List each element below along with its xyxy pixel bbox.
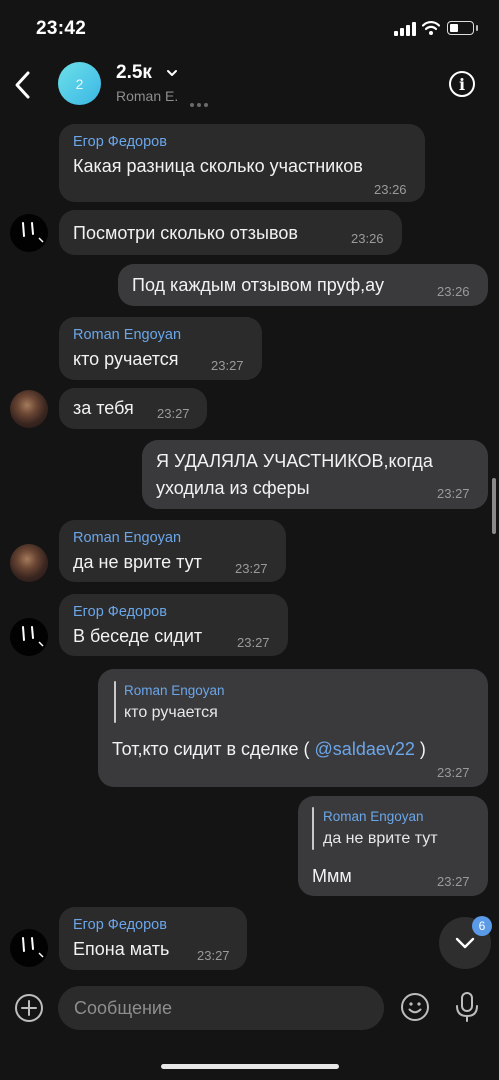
message-time: 23:27	[197, 948, 230, 963]
user-avatar[interactable]	[10, 390, 48, 428]
chat-avatar[interactable]: 2	[58, 62, 101, 105]
chat-title[interactable]: 2.5к	[116, 62, 152, 84]
status-time: 23:42	[36, 18, 87, 39]
message-time: 23:27	[237, 635, 270, 650]
message-text-line-1: Я УДАЛЯЛА УЧАСТНИКОВ,когда	[156, 451, 433, 471]
message-bubble[interactable]: за тебя 23:27	[59, 388, 207, 429]
message-sender[interactable]: Егор Федоров	[73, 134, 167, 150]
message-text-body: Тот,кто сидит в сделке (	[112, 739, 310, 759]
message-time: 23:27	[437, 486, 470, 501]
info-icon[interactable]: i	[449, 71, 475, 97]
chevron-down-icon	[455, 937, 475, 949]
message-time: 23:26	[351, 231, 384, 246]
message-text: за тебя	[73, 398, 134, 418]
scrollbar[interactable]	[492, 478, 496, 534]
message-bubble[interactable]: Roman Engoyan да не врите тут 23:27	[59, 520, 286, 582]
battery-icon	[447, 21, 474, 35]
message-sender[interactable]: Егор Федоров	[73, 604, 167, 620]
message-text: Ммм	[312, 866, 352, 886]
message-text: Под каждым отзывом пруф,ау	[132, 275, 384, 295]
message-time: 23:26	[437, 284, 470, 299]
message-text: Тот,кто сидит в сделке ( @saldaev22 )	[112, 739, 426, 760]
reply-quote-text: да не врите тут	[323, 830, 438, 847]
back-icon[interactable]	[10, 68, 36, 102]
message-bubble[interactable]: Посмотри сколько отзывов 23:26	[59, 210, 402, 255]
message-time: 23:27	[211, 358, 244, 373]
message-input[interactable]: Сообщение	[58, 986, 384, 1030]
message-sender[interactable]: Roman Engoyan	[73, 530, 181, 546]
message-time: 23:27	[437, 765, 470, 780]
add-icon[interactable]	[14, 993, 44, 1023]
battery-cap	[476, 25, 478, 31]
message-time: 23:27	[437, 874, 470, 889]
emoji-icon[interactable]	[400, 992, 430, 1022]
user-avatar[interactable]	[10, 544, 48, 582]
message-bubble[interactable]: Roman Engoyan кто ручается Тот,кто сидит…	[98, 669, 488, 787]
message-sender[interactable]: Егор Федоров	[73, 917, 167, 933]
typing-indicator	[190, 94, 211, 112]
wifi-icon	[422, 21, 440, 35]
message-time: 23:27	[235, 561, 268, 576]
user-avatar[interactable]	[10, 618, 48, 656]
unread-badge: 6	[472, 916, 492, 936]
reply-quote-bar	[114, 681, 116, 723]
chevron-down-icon[interactable]	[165, 66, 179, 80]
message-text: да не врите тут	[73, 552, 202, 572]
signal-icon	[394, 22, 416, 36]
message-time: 23:27	[157, 406, 190, 421]
message-text-line-2: уходила из сферы	[156, 478, 310, 498]
message-bubble[interactable]: Roman Engoyan кто ручается 23:27	[59, 317, 262, 380]
message-text: Какая разница сколько участников	[73, 156, 363, 176]
message-sender[interactable]: Roman Engoyan	[73, 327, 181, 343]
message-text: Посмотри сколько отзывов	[73, 223, 298, 243]
message-bubble[interactable]: Roman Engoyan да не врите тут Ммм 23:27	[298, 796, 488, 896]
chat-subtitle: Roman E.	[116, 88, 179, 104]
reply-quote-bar	[312, 807, 314, 850]
message-bubble[interactable]: Егор Федоров В беседе сидит 23:27	[59, 594, 288, 656]
message-text: Епона мать	[73, 939, 170, 959]
message-bubble[interactable]: Егор Федоров Какая разница сколько участ…	[59, 124, 425, 202]
message-bubble[interactable]: Егор Федоров Епона мать 23:27	[59, 907, 247, 970]
message-text: В беседе сидит	[73, 626, 203, 646]
message-text: кто ручается	[73, 349, 179, 369]
reply-quote-author[interactable]: Roman Engoyan	[124, 683, 225, 698]
message-bubble[interactable]: Я УДАЛЯЛА УЧАСТНИКОВ,когда уходила из сф…	[142, 440, 488, 509]
reply-quote-author[interactable]: Roman Engoyan	[323, 809, 424, 824]
mic-icon[interactable]	[454, 991, 480, 1023]
mention-link[interactable]: @saldaev22	[315, 739, 415, 759]
user-avatar[interactable]	[10, 214, 48, 252]
message-bubble[interactable]: Под каждым отзывом пруф,ау 23:26	[118, 264, 488, 306]
message-time: 23:26	[374, 182, 407, 197]
reply-quote-text: кто ручается	[124, 704, 218, 721]
message-text-tail: )	[419, 739, 426, 759]
user-avatar[interactable]	[10, 929, 48, 967]
home-indicator[interactable]	[161, 1064, 339, 1069]
